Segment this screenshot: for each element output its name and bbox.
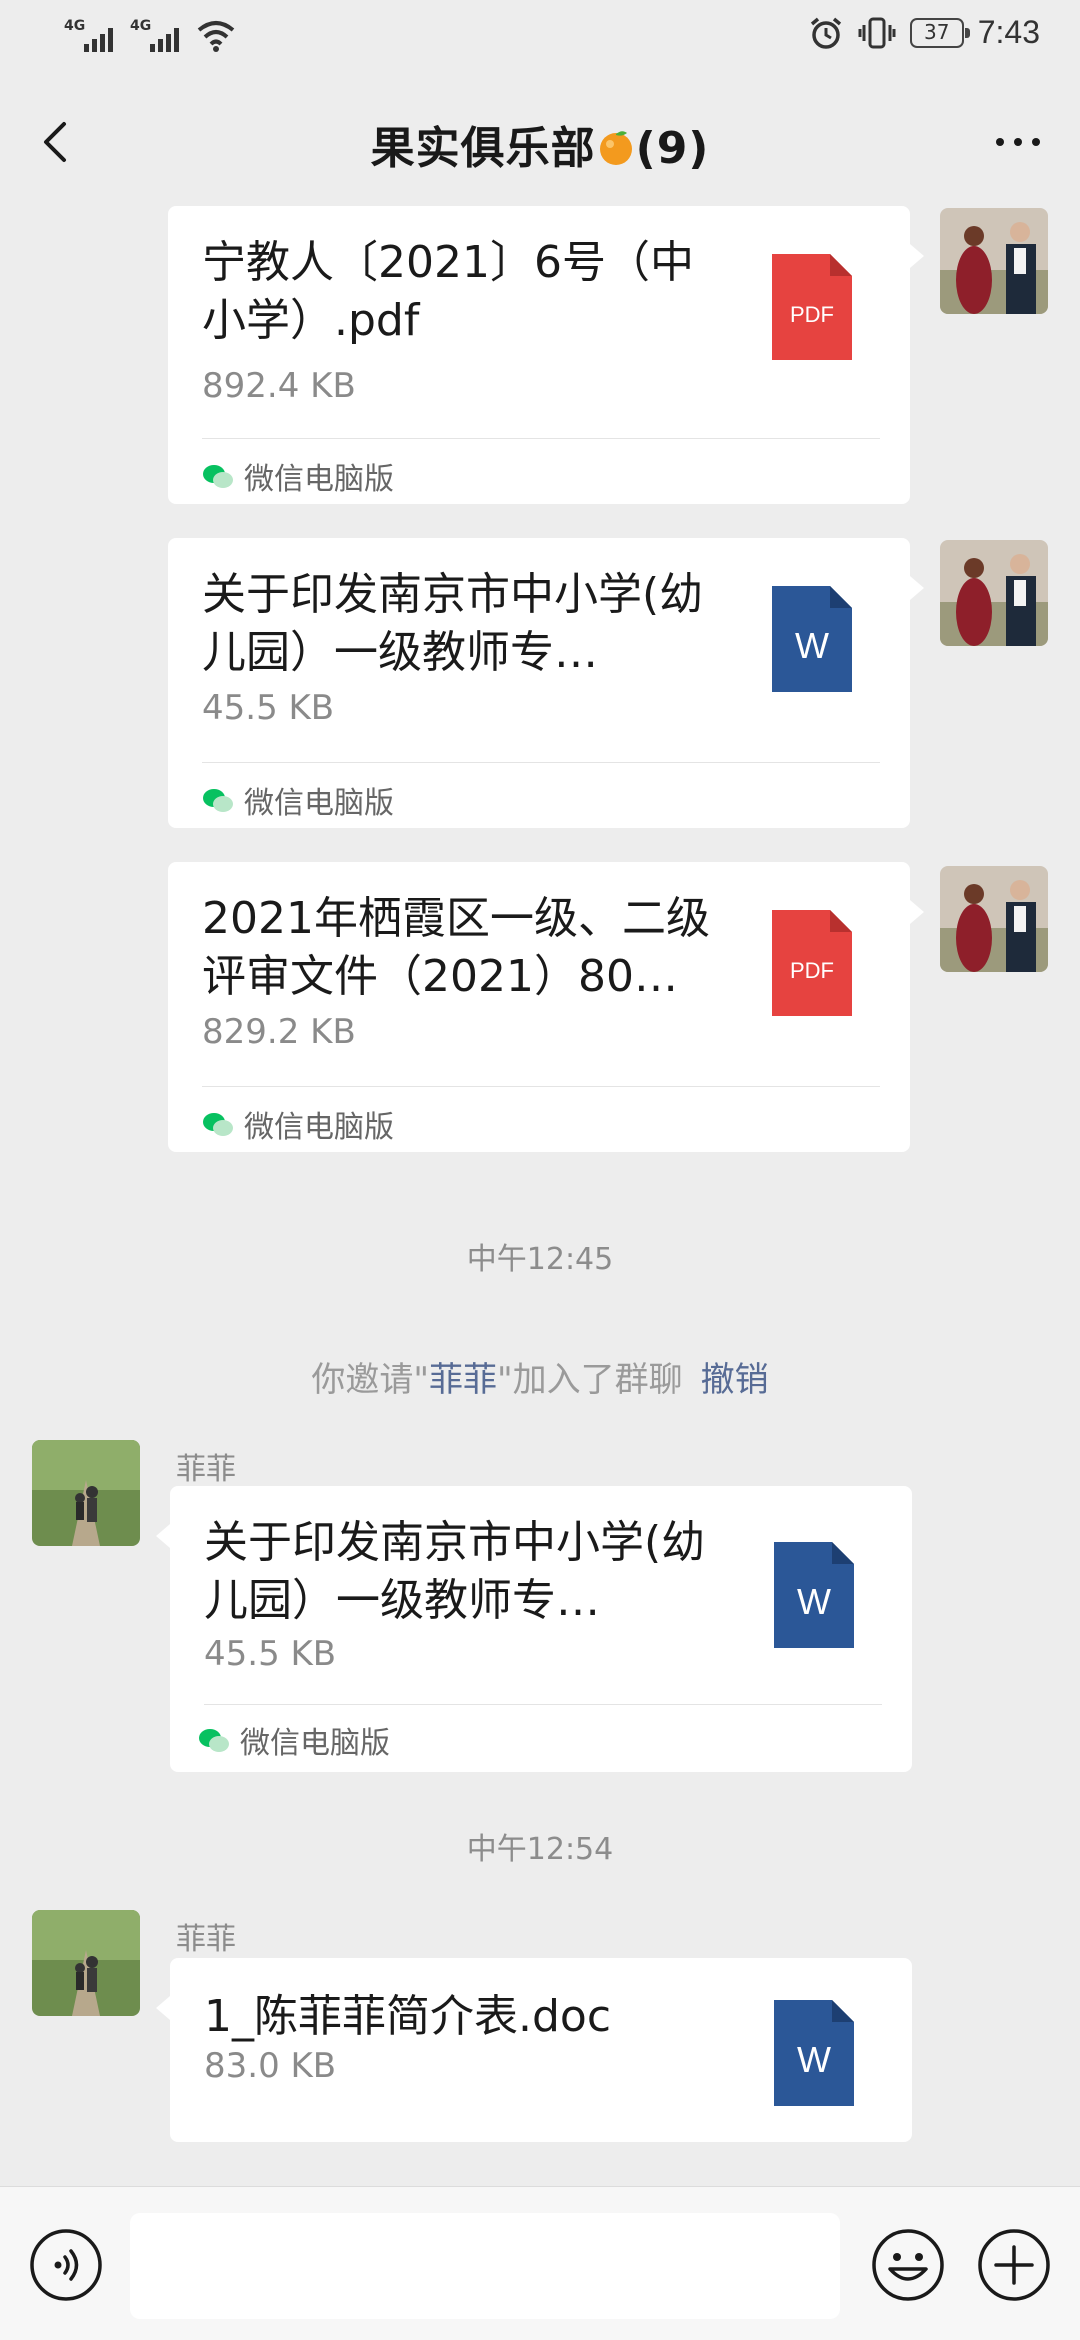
file-size: 45.5 KB	[202, 688, 335, 728]
file-message-card[interactable]: 2021年栖霞区一级、二级评审文件（2021）80… 829.2 KB PDF …	[168, 862, 924, 1152]
divider	[202, 762, 880, 763]
file-icon-label: PDF	[790, 958, 834, 983]
file-name: 宁教人〔2021〕6号（中小学）.pdf	[202, 237, 694, 346]
wechat-icon	[199, 1729, 229, 1752]
file-message-card[interactable]: 宁教人〔2021〕6号（中小学）.pdf 892.4 KB PDF 微信电脑版	[168, 206, 924, 504]
source-label: 微信电脑版	[244, 462, 394, 497]
input-bar	[0, 2186, 1080, 2340]
status-time: 7:43	[977, 14, 1040, 50]
divider	[202, 438, 880, 439]
file-icon-label: W	[795, 625, 829, 666]
word-file-icon: W	[774, 1542, 854, 1648]
message-source: 微信电脑版	[198, 1718, 390, 1762]
signal-type-label: 4G	[130, 18, 152, 34]
self-avatar[interactable]	[940, 208, 1048, 314]
member-count: (9)	[635, 123, 710, 174]
divider	[204, 1704, 882, 1705]
file-name: 关于印发南京市中小学(幼儿园）一级教师专…	[204, 1517, 706, 1626]
orange-emoji-icon	[599, 131, 632, 165]
message-source: 微信电脑版	[202, 778, 394, 822]
file-size: 83.0 KB	[204, 2046, 337, 2086]
signal-type-label: 4G	[64, 18, 86, 34]
file-message-card[interactable]: 1_陈菲菲简介表.doc 83.0 KB W	[156, 1958, 912, 2142]
timestamp: 中午12:45	[466, 1242, 614, 1277]
status-bar: 4G 4G 37 7:43	[0, 0, 1080, 72]
sender-name: 菲菲	[176, 1922, 236, 1957]
pdf-file-icon: PDF	[772, 254, 852, 360]
pdf-file-icon: PDF	[772, 910, 852, 1016]
file-size: 829.2 KB	[202, 1012, 356, 1052]
source-label: 微信电脑版	[244, 786, 394, 821]
source-label: 微信电脑版	[240, 1726, 390, 1761]
alarm-icon	[810, 17, 841, 49]
emoji-icon[interactable]	[870, 2227, 946, 2303]
file-name: 1_陈菲菲简介表.doc	[204, 1991, 612, 2042]
file-name: 2021年栖霞区一级、二级评审文件（2021）80…	[202, 893, 710, 1002]
sender-name: 菲菲	[176, 1452, 236, 1487]
source-label: 微信电脑版	[244, 1110, 394, 1145]
wifi-icon	[197, 21, 235, 52]
file-icon-label: PDF	[790, 302, 834, 327]
cell-signal-icon: 4G	[130, 18, 182, 52]
plus-icon[interactable]	[976, 2227, 1052, 2303]
wechat-icon	[203, 1113, 233, 1136]
voice-icon[interactable]	[28, 2227, 104, 2303]
message-source: 微信电脑版	[202, 1102, 394, 1146]
word-file-icon: W	[774, 2000, 854, 2106]
chat-header: 果实俱乐部 (9)	[0, 90, 1080, 194]
file-message-card[interactable]: 关于印发南京市中小学(幼儿园）一级教师专… 45.5 KB W 微信电脑版	[168, 538, 924, 828]
wechat-icon	[203, 789, 233, 812]
revoke-link[interactable]: 撤销	[701, 1360, 769, 1400]
member-avatar[interactable]	[32, 1440, 140, 1546]
file-name: 关于印发南京市中小学(幼儿园）一级教师专…	[202, 569, 704, 678]
more-dots-icon[interactable]	[990, 118, 1046, 166]
file-size: 892.4 KB	[202, 366, 356, 406]
file-icon-label: W	[797, 2039, 831, 2080]
self-avatar[interactable]	[940, 866, 1048, 972]
word-file-icon: W	[772, 586, 852, 692]
battery-indicator: 37	[909, 17, 970, 48]
message-input[interactable]	[130, 2213, 840, 2319]
timestamp: 中午12:54	[466, 1832, 614, 1867]
file-icon-label: W	[797, 1581, 831, 1622]
notice-suffix: "加入了群聊	[497, 1360, 683, 1400]
group-name: 果实俱乐部	[370, 123, 596, 174]
file-message-card[interactable]: 关于印发南京市中小学(幼儿园）一级教师专… 45.5 KB W 微信电脑版	[156, 1486, 912, 1772]
cell-signal-icon: 4G	[64, 18, 116, 52]
wechat-icon	[203, 465, 233, 488]
self-avatar[interactable]	[940, 540, 1048, 646]
member-avatar[interactable]	[32, 1910, 140, 2016]
vibrate-icon	[858, 17, 896, 48]
invited-member-name[interactable]: 菲菲	[429, 1360, 497, 1400]
chat-title: 果实俱乐部 (9)	[0, 112, 1080, 176]
notice-prefix: 你邀请"	[311, 1360, 429, 1400]
message-source: 微信电脑版	[202, 454, 394, 498]
system-notice: 你邀请"菲菲"加入了群聊 撤销	[0, 1352, 1080, 1401]
file-size: 45.5 KB	[204, 1634, 337, 1674]
divider	[202, 1086, 880, 1087]
